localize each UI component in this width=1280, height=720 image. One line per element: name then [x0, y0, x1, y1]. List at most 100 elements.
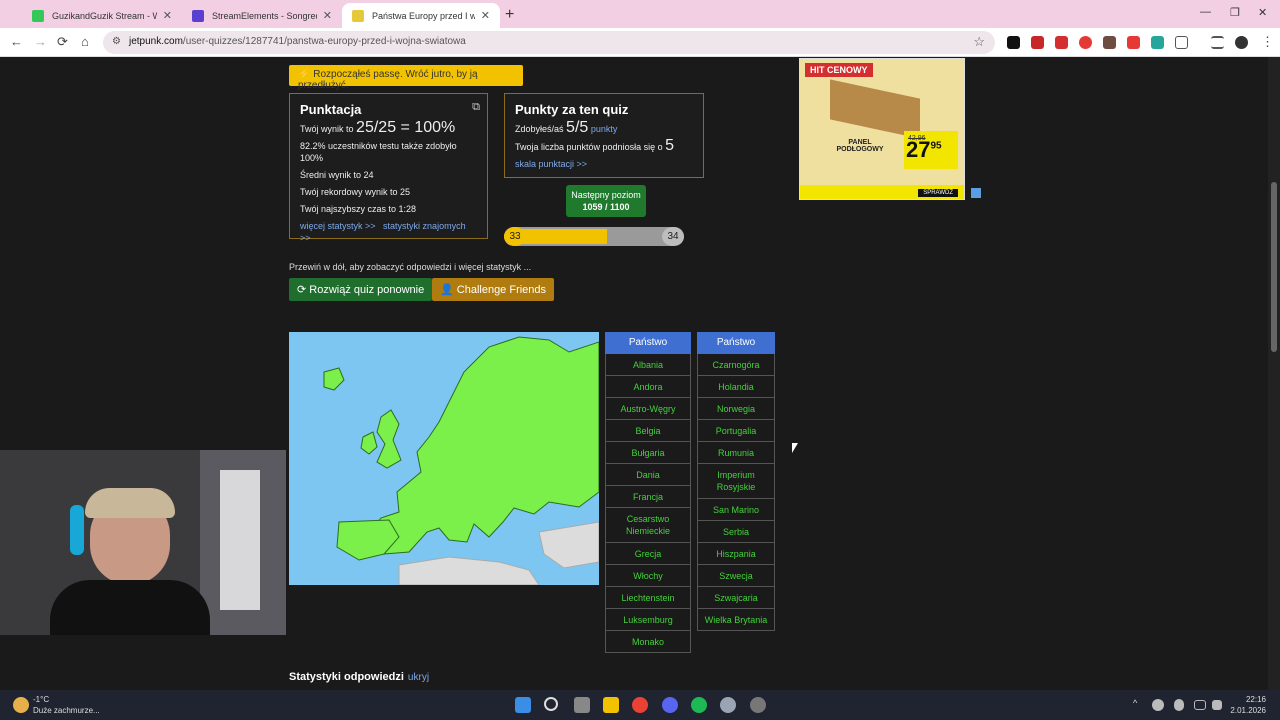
tab-guzik-stream[interactable]: GuzikandGuzik Stream - Watch ✕ [22, 3, 182, 28]
ad-check-button[interactable]: SPRAWDŹ [918, 189, 958, 197]
score-fastest: Twój najszybszy czas to 1:28 [300, 204, 417, 214]
maximize-icon[interactable]: ❐ [1230, 6, 1240, 19]
answer-cell: Albania [605, 354, 691, 376]
task-view-icon[interactable] [574, 697, 590, 713]
challenge-friends-button[interactable]: 👤 Challenge Friends [432, 278, 555, 301]
bookmark-star-icon[interactable]: ☆ [973, 34, 985, 50]
score-average: Średni wynik to 24 [300, 170, 374, 180]
file-explorer-icon[interactable] [603, 697, 619, 713]
answer-cell: Szwajcaria [697, 587, 775, 609]
tray-app-icon[interactable] [1152, 699, 1164, 711]
close-window-icon[interactable]: ✕ [1258, 6, 1267, 19]
answer-cell: Wielka Brytania [697, 609, 775, 631]
pdf-extension-icon[interactable] [1055, 36, 1068, 49]
next-level-badge: Następny poziom 1059 / 1100 [566, 185, 646, 217]
score-record: Twój rekordowy wynik to 25 [300, 187, 411, 197]
minimize-icon[interactable]: — [1200, 6, 1211, 18]
answer-cell: Norwegia [697, 398, 775, 420]
adchoices-icon[interactable] [971, 188, 981, 198]
network-icon[interactable] [1194, 700, 1206, 710]
ad-product-image [830, 79, 920, 139]
search-icon[interactable] [544, 697, 558, 711]
score-title: Punktacja [300, 102, 362, 117]
points-panel: Punkty za ten quiz Zdobyłeś/aś 5/5 punkt… [504, 93, 704, 178]
close-icon[interactable]: ✕ [323, 9, 332, 22]
scroll-hint: Przewiń w dół, aby zobaczyć odpowiedzi i… [289, 262, 532, 272]
points-earned: Zdobyłeś/aś 5/5 punkty [515, 119, 618, 136]
forward-icon[interactable]: → [34, 34, 47, 49]
address-bar[interactable]: ⚙ jetpunk.com/user-quizzes/1287741/panst… [103, 31, 995, 54]
weather-icon[interactable] [13, 697, 29, 713]
retry-quiz-button[interactable]: ⟳ Rozwiąż quiz ponownie [289, 278, 433, 301]
media-icon[interactable] [1211, 36, 1224, 49]
extension-icon[interactable] [1031, 36, 1044, 49]
add-user-icon: 👤 [440, 284, 457, 296]
scrollbar-thumb[interactable] [1271, 182, 1277, 352]
spotify-icon[interactable] [691, 697, 707, 713]
menu-kebab-icon[interactable]: ⋮ [1261, 34, 1274, 50]
tray-chevron-up-icon[interactable]: ^ [1133, 698, 1137, 708]
new-tab-icon[interactable]: + [505, 6, 514, 24]
reload-icon[interactable]: ⟳ [57, 34, 68, 50]
browser-toolbar: ← → ⟳ ⌂ ⚙ jetpunk.com/user-quizzes/12877… [0, 28, 1280, 57]
score-panel: ⧉ Punktacja Twój wynik to 25/25 = 100% 8… [289, 93, 488, 243]
jetpunk-icon [352, 9, 364, 22]
profile-avatar-icon[interactable] [1235, 36, 1248, 49]
column-header: Państwo [697, 332, 775, 354]
home-icon[interactable]: ⌂ [81, 34, 89, 49]
settings-gear-icon[interactable] [750, 697, 766, 713]
answer-stats-heading: Statystyki odpowiedzi ukryj [289, 671, 430, 683]
answer-cell: Cesarstwo Niemieckie [605, 508, 691, 543]
points-title: Punkty za ten quiz [515, 102, 629, 117]
windows-start-icon[interactable] [515, 697, 531, 713]
discord-icon[interactable] [662, 697, 678, 713]
hide-stats-link[interactable]: ukryj [408, 672, 429, 683]
system-clock[interactable]: 22:16 2.01.2026 [1230, 694, 1266, 716]
extension-icon[interactable] [1007, 36, 1020, 49]
answer-cell: Andora [605, 376, 691, 398]
copy-icon[interactable]: ⧉ [472, 101, 480, 114]
answer-cell: Luksemburg [605, 609, 691, 631]
extension-icon[interactable] [1151, 36, 1164, 49]
microphone-icon[interactable] [1174, 699, 1184, 711]
chrome-icon[interactable] [632, 697, 648, 713]
answer-cell: Serbia [697, 521, 775, 543]
answer-cell: Monako [605, 631, 691, 653]
answer-cell: Grecja [605, 543, 691, 565]
europe-map [289, 332, 599, 585]
answer-cell: Francja [605, 486, 691, 508]
close-icon[interactable]: ✕ [163, 9, 172, 22]
browser-tab-bar: GuzikandGuzik Stream - Watch ✕ StreamEle… [0, 0, 1280, 28]
next-level: 34 [662, 227, 684, 246]
answer-cell: Imperium Rosyjskie [697, 464, 775, 499]
current-level: 33 [504, 227, 526, 246]
site-info-icon[interactable]: ⚙ [112, 36, 121, 47]
answer-cell: Holandia [697, 376, 775, 398]
tab-jetpunk-quiz[interactable]: Państwa Europy przed I wojną św ✕ [342, 3, 500, 28]
streamelements-icon [192, 9, 204, 22]
ad-product: PANEL PODŁOGOWY [836, 139, 884, 153]
tab-title: GuzikandGuzik Stream - Watch [52, 10, 157, 21]
page-scrollbar[interactable] [1268, 57, 1280, 690]
windows-taskbar: -1°C Duże zachmurze... ^ 22:16 2.01.2026 [0, 690, 1280, 720]
more-stats-link[interactable]: więcej statystyk >> [300, 221, 376, 231]
extension-icon[interactable] [1079, 36, 1092, 49]
tab-title: Państwa Europy przed I wojną św [372, 10, 475, 21]
level-progress-bar: 33 34 [504, 227, 684, 246]
answer-cell: Austro-Węgry [605, 398, 691, 420]
points-scale-link[interactable]: skala punktacji >> [515, 159, 587, 169]
steam-icon[interactable] [720, 697, 736, 713]
answers-column-1: Państwo Albania Andora Austro-Węgry Belg… [605, 332, 691, 653]
weather-widget[interactable]: -1°C Duże zachmurze... [33, 694, 100, 716]
answer-cell: Bułgaria [605, 442, 691, 464]
extension-icon[interactable] [1127, 36, 1140, 49]
answer-cell: Belgia [605, 420, 691, 442]
extensions-puzzle-icon[interactable] [1175, 36, 1188, 49]
close-icon[interactable]: ✕ [481, 9, 490, 22]
advertisement[interactable]: HIT CENOWY PANEL PODŁOGOWY 2795 42,96 SP… [799, 58, 965, 200]
volume-icon[interactable] [1212, 700, 1222, 710]
tab-streamelements[interactable]: StreamElements - Songrequest ✕ [182, 3, 342, 28]
back-icon[interactable]: ← [10, 34, 23, 49]
extension-icon[interactable] [1103, 36, 1116, 49]
points-increase: Twoja liczba punktów podniosła się o 5 [515, 137, 675, 154]
